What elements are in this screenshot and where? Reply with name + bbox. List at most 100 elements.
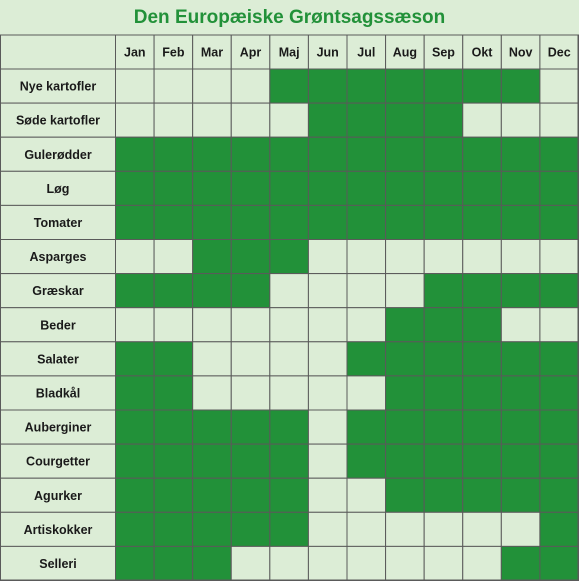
season-cell-in	[346, 443, 387, 479]
season-cell-off	[500, 102, 541, 138]
season-cell-in	[385, 477, 425, 513]
season-cell-in	[423, 341, 464, 377]
month-header-label: Feb	[162, 46, 185, 60]
season-cell-in	[462, 341, 502, 377]
season-cell-in	[115, 545, 155, 581]
season-cell-off	[346, 375, 387, 411]
season-cell-off	[192, 341, 232, 377]
season-cell-off	[346, 477, 387, 513]
season-cell-in	[230, 136, 271, 172]
season-cell-in	[153, 204, 194, 240]
season-cell-in	[539, 170, 579, 206]
season-cell-off	[307, 511, 348, 547]
season-cell-in	[230, 443, 271, 479]
season-cell-in	[269, 477, 309, 513]
month-header-label: Sep	[432, 46, 455, 60]
season-cell-in	[269, 443, 309, 479]
season-cell-in	[269, 68, 309, 104]
row-label: Løg	[47, 182, 70, 196]
season-cell-in	[115, 375, 155, 411]
season-cell-off	[346, 239, 387, 275]
season-cell-off	[462, 102, 502, 138]
month-header-label: Jul	[357, 46, 375, 60]
season-cell-in	[192, 170, 232, 206]
season-cell-off	[423, 239, 464, 275]
season-cell-off	[192, 68, 232, 104]
season-cell-in	[153, 409, 194, 445]
month-header-label: Jan	[124, 46, 146, 60]
season-cell-in	[500, 273, 541, 309]
row-label: Bladkål	[36, 386, 80, 400]
season-cell-off	[462, 545, 502, 581]
season-cell-in	[539, 409, 579, 445]
season-cell-in	[385, 136, 425, 172]
season-cell-in	[423, 136, 464, 172]
season-cell-in	[115, 477, 155, 513]
season-cell-in	[230, 170, 271, 206]
season-cell-in	[192, 511, 232, 547]
season-cell-off	[346, 273, 387, 309]
season-cell-in	[269, 409, 309, 445]
season-cell-off	[153, 68, 194, 104]
season-cell-in	[539, 375, 579, 411]
season-cell-off	[115, 68, 155, 104]
season-cell-off	[423, 545, 464, 581]
season-cell-in	[500, 170, 541, 206]
row-label: Søde kartofler	[16, 114, 100, 128]
season-cell-in	[153, 341, 194, 377]
row-label: Salater	[37, 352, 79, 366]
season-cell-in	[539, 545, 579, 581]
season-cell-off	[230, 307, 271, 343]
season-cell-off	[462, 511, 502, 547]
season-cell-in	[423, 170, 464, 206]
month-header-label: Apr	[240, 46, 262, 60]
season-cell-in	[115, 136, 155, 172]
season-cell-in	[153, 443, 194, 479]
row-label: Courgetter	[26, 455, 90, 469]
season-cell-in	[462, 307, 502, 343]
season-cell-in	[346, 68, 387, 104]
season-cell-in	[192, 443, 232, 479]
row-label: Auberginer	[25, 421, 92, 435]
season-cell-in	[385, 204, 425, 240]
season-cell-in	[230, 409, 271, 445]
season-cell-in	[462, 273, 502, 309]
season-cell-in	[385, 307, 425, 343]
season-cell-in	[462, 477, 502, 513]
season-cell-off	[385, 273, 425, 309]
season-cell-off	[192, 375, 232, 411]
month-header-label: Maj	[279, 46, 300, 60]
season-cell-in	[500, 443, 541, 479]
season-cell-in	[307, 170, 348, 206]
season-cell-in	[192, 273, 232, 309]
season-cell-in	[462, 68, 502, 104]
season-cell-off	[269, 545, 309, 581]
season-cell-in	[385, 341, 425, 377]
season-cell-in	[269, 511, 309, 547]
season-cell-in	[153, 375, 194, 411]
season-cell-off	[539, 102, 579, 138]
row-label: Agurker	[34, 489, 82, 503]
season-cell-in	[192, 409, 232, 445]
season-cell-in	[307, 68, 348, 104]
season-cell-in	[153, 511, 194, 547]
season-cell-off	[385, 511, 425, 547]
season-cell-in	[192, 477, 232, 513]
season-cell-off	[153, 239, 194, 275]
season-cell-off	[192, 102, 232, 138]
season-cell-in	[269, 204, 309, 240]
season-cell-in	[346, 341, 387, 377]
season-cell-in	[500, 341, 541, 377]
season-cell-in	[423, 102, 464, 138]
season-cell-off	[307, 307, 348, 343]
season-cell-in	[423, 273, 464, 309]
season-cell-off	[307, 409, 348, 445]
season-cell-in	[153, 273, 194, 309]
season-cell-in	[423, 443, 464, 479]
season-cell-in	[462, 409, 502, 445]
season-cell-off	[500, 239, 541, 275]
season-cell-in	[115, 170, 155, 206]
row-label: Tomater	[34, 216, 83, 230]
season-cell-in	[115, 409, 155, 445]
season-cell-off	[153, 307, 194, 343]
